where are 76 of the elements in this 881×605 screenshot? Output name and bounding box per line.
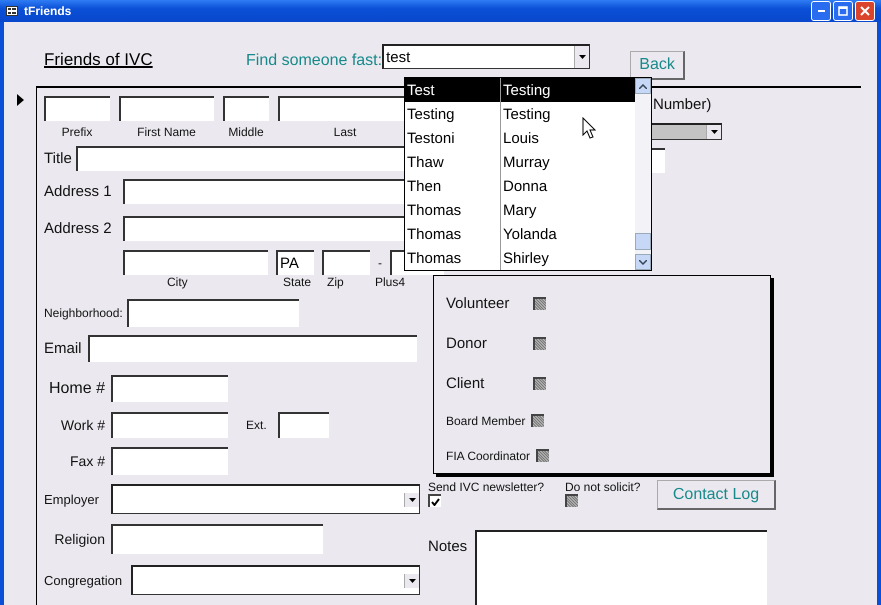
field-label: Email xyxy=(44,340,82,357)
dropdown[interactable] xyxy=(650,123,722,140)
minimize-icon xyxy=(818,10,824,12)
dropdown-arrow-icon xyxy=(408,498,416,502)
checkbox-label: Volunteer xyxy=(446,295,510,312)
record-pointer-icon xyxy=(16,94,24,106)
field-label: Address 1 xyxy=(44,183,113,200)
checkbox[interactable] xyxy=(428,494,441,507)
close-button[interactable] xyxy=(855,1,875,21)
dropdown-arrow-icon xyxy=(578,55,586,59)
field-label: Congregation xyxy=(44,572,124,588)
field-label: Address 2 xyxy=(44,220,113,237)
field-label: Prefix xyxy=(62,125,92,139)
maximize-icon xyxy=(838,6,848,16)
close-icon xyxy=(860,6,870,16)
text-field[interactable] xyxy=(126,299,299,327)
checkbox-label: Board Member xyxy=(446,414,526,428)
text-field[interactable] xyxy=(123,250,268,275)
text-field[interactable] xyxy=(111,412,228,438)
checkbox[interactable] xyxy=(533,337,546,350)
field-label: Number) xyxy=(652,96,712,113)
form-title: Friends of IVC xyxy=(44,50,154,70)
checkbox-label: Send IVC newsletter? xyxy=(428,480,546,494)
checkbox[interactable] xyxy=(531,414,544,428)
search-label: Find someone fast: xyxy=(246,52,382,70)
minimize-button[interactable] xyxy=(811,1,831,21)
maximize-button[interactable] xyxy=(833,1,853,21)
text-field[interactable] xyxy=(88,335,417,362)
checkbox-label: Do not solicit? xyxy=(565,480,642,494)
field-label: City xyxy=(167,275,189,289)
separator: - xyxy=(378,256,382,270)
checkbox-label: Client xyxy=(446,374,486,392)
field-label: Employer xyxy=(44,492,100,506)
scrollbar-thumb[interactable] xyxy=(635,233,651,250)
text-field[interactable] xyxy=(111,524,323,554)
field-label: Neighborhood: xyxy=(44,306,123,320)
field-label: Home # xyxy=(48,380,105,398)
text-field[interactable] xyxy=(278,412,329,438)
text-field[interactable]: PA xyxy=(276,250,314,275)
field-label: Work # xyxy=(60,417,105,433)
field-label: Fax # xyxy=(68,453,105,469)
check-icon xyxy=(431,498,440,506)
field-label: Religion xyxy=(53,531,105,547)
field-label: Plus4 xyxy=(375,275,406,289)
dropdown-arrow-icon xyxy=(408,578,416,582)
text-field[interactable] xyxy=(44,96,110,121)
checkbox-label: Donor xyxy=(446,335,488,352)
text-field[interactable] xyxy=(111,447,228,475)
list-row[interactable]: Test Testing xyxy=(405,78,635,102)
text-field[interactable] xyxy=(111,375,228,402)
checkbox[interactable] xyxy=(565,494,578,507)
field-label: Ext. xyxy=(246,418,267,432)
dropdown[interactable] xyxy=(131,565,420,595)
back-button[interactable]: Back xyxy=(630,51,686,80)
text-field[interactable] xyxy=(119,96,214,121)
notes-field[interactable] xyxy=(475,530,768,605)
field-label: First Name xyxy=(137,125,196,139)
checkbox[interactable] xyxy=(533,297,546,310)
dropdown[interactable] xyxy=(111,484,420,514)
cursor-icon xyxy=(582,117,596,139)
field-label: Notes xyxy=(428,537,468,557)
text-field[interactable] xyxy=(223,96,269,121)
contact-log-button[interactable]: Contact Log xyxy=(657,480,776,510)
field-label: Last xyxy=(334,125,356,139)
checkbox[interactable] xyxy=(533,376,546,390)
field-label: Title xyxy=(44,150,72,167)
text-field[interactable] xyxy=(322,250,370,275)
dropdown-arrow-icon xyxy=(710,130,718,134)
window-title: tFriends xyxy=(24,4,72,18)
form-icon xyxy=(6,6,18,16)
checkbox[interactable] xyxy=(536,449,550,462)
field-label: Middle xyxy=(228,125,264,139)
search-combo[interactable]: test xyxy=(382,44,590,69)
field-label: State xyxy=(283,275,312,289)
field-label: Zip xyxy=(327,275,345,289)
checkbox-label: FIA Coordinator xyxy=(446,448,530,463)
